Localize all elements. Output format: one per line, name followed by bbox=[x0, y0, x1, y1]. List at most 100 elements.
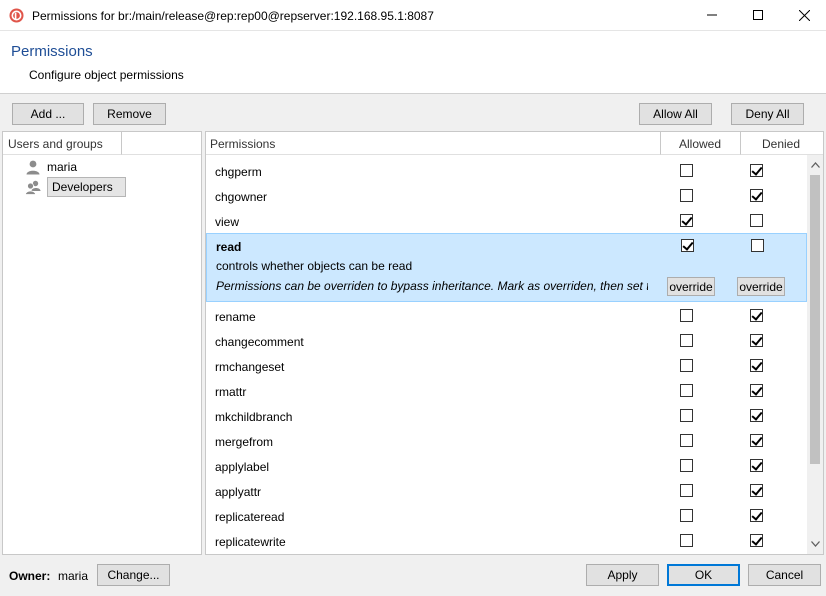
allow-all-button[interactable]: Allow All bbox=[639, 103, 712, 125]
allowed-checkbox[interactable] bbox=[680, 484, 693, 497]
maximize-icon bbox=[753, 10, 763, 20]
group-item-developers[interactable]: Developers bbox=[25, 177, 126, 197]
denied-column-label: Denied bbox=[762, 137, 801, 151]
denied-checkbox[interactable] bbox=[750, 359, 763, 372]
group-icon bbox=[25, 180, 41, 195]
permission-row-replicateread[interactable]: replicateread bbox=[206, 503, 807, 528]
permission-row-rmchangeset[interactable]: rmchangeset bbox=[206, 353, 807, 378]
change-owner-button[interactable]: Change... bbox=[97, 564, 170, 586]
permission-name: chgowner bbox=[215, 190, 268, 204]
allowed-checkbox[interactable] bbox=[680, 509, 693, 522]
user-item-maria[interactable]: maria bbox=[25, 157, 77, 177]
title-bar: Permissions for br:/main/release@rep:rep… bbox=[0, 0, 826, 31]
window-title: Permissions for br:/main/release@rep:rep… bbox=[32, 9, 434, 23]
close-icon bbox=[798, 9, 810, 21]
permission-row-mkchildbranch[interactable]: mkchildbranch bbox=[206, 403, 807, 428]
permission-row-applyattr[interactable]: applyattr bbox=[206, 478, 807, 503]
user-icon bbox=[26, 160, 40, 175]
permission-name: rename bbox=[215, 310, 256, 324]
allowed-checkbox[interactable] bbox=[680, 334, 693, 347]
permission-name: view bbox=[215, 215, 240, 229]
scrollbar-thumb[interactable] bbox=[810, 175, 820, 464]
override-allowed-button[interactable]: override bbox=[667, 277, 715, 296]
permission-row-applylabel[interactable]: applylabel bbox=[206, 453, 807, 478]
override-note: Permissions can be overriden to bypass i… bbox=[216, 279, 648, 293]
allowed-checkbox[interactable] bbox=[680, 359, 693, 372]
denied-checkbox[interactable] bbox=[751, 239, 764, 252]
permissions-column-header[interactable]: Permissions bbox=[206, 132, 661, 155]
group-item-label: Developers bbox=[47, 177, 126, 197]
denied-checkbox[interactable] bbox=[750, 459, 763, 472]
permission-name: replicatewrite bbox=[215, 535, 286, 549]
permission-description: controls whether objects can be read bbox=[216, 259, 413, 273]
user-item-label: maria bbox=[47, 160, 78, 174]
apply-button[interactable]: Apply bbox=[586, 564, 659, 586]
scroll-up-button[interactable] bbox=[807, 157, 823, 173]
maximize-button[interactable] bbox=[735, 0, 781, 30]
permission-row-mergefrom[interactable]: mergefrom bbox=[206, 428, 807, 453]
denied-checkbox[interactable] bbox=[750, 509, 763, 522]
allowed-column-header[interactable]: Allowed bbox=[661, 132, 741, 155]
permission-row-rmattr[interactable]: rmattr bbox=[206, 378, 807, 403]
permission-name: mergefrom bbox=[215, 435, 274, 449]
vertical-scrollbar[interactable] bbox=[807, 155, 823, 554]
chevron-down-icon bbox=[810, 541, 820, 547]
owner-value: maria bbox=[58, 569, 89, 583]
permission-name: rmchangeset bbox=[215, 360, 285, 374]
scroll-down-button[interactable] bbox=[807, 536, 823, 552]
denied-checkbox[interactable] bbox=[750, 484, 763, 497]
allowed-checkbox[interactable] bbox=[680, 434, 693, 447]
users-groups-header-label: Users and groups bbox=[8, 137, 103, 151]
allowed-checkbox[interactable] bbox=[680, 409, 693, 422]
permission-row-read-selected[interactable]: read controls whether objects can be rea… bbox=[206, 233, 807, 302]
allowed-checkbox[interactable] bbox=[680, 309, 693, 322]
denied-checkbox[interactable] bbox=[750, 384, 763, 397]
permission-row-rename[interactable]: rename bbox=[206, 303, 807, 328]
permission-row-replicatewrite[interactable]: replicatewrite bbox=[206, 528, 807, 553]
denied-checkbox[interactable] bbox=[750, 409, 763, 422]
permission-row-view[interactable]: view bbox=[206, 208, 807, 233]
denied-checkbox[interactable] bbox=[750, 434, 763, 447]
permission-name: read bbox=[216, 240, 242, 254]
permission-name: changecomment bbox=[215, 335, 304, 349]
allowed-checkbox[interactable] bbox=[680, 164, 693, 177]
override-denied-button[interactable]: override bbox=[737, 277, 785, 296]
denied-checkbox[interactable] bbox=[750, 164, 763, 177]
minimize-icon bbox=[707, 14, 717, 16]
deny-all-button[interactable]: Deny All bbox=[731, 103, 804, 125]
permission-name: rmattr bbox=[215, 385, 247, 399]
permission-row-changecomment[interactable]: changecomment bbox=[206, 328, 807, 353]
users-groups-panel: Users and groups maria Developers bbox=[2, 131, 202, 555]
permissions-panel: Permissions Allowed Denied chgperm chgow… bbox=[205, 131, 824, 555]
allowed-checkbox[interactable] bbox=[680, 189, 693, 202]
page-title: Permissions bbox=[11, 43, 93, 60]
allowed-checkbox[interactable] bbox=[680, 534, 693, 547]
page-subtitle: Configure object permissions bbox=[29, 68, 184, 82]
ok-button[interactable]: OK bbox=[667, 564, 740, 586]
denied-checkbox[interactable] bbox=[750, 214, 763, 227]
permissions-column-label: Permissions bbox=[210, 137, 276, 151]
allowed-checkbox[interactable] bbox=[680, 214, 693, 227]
chevron-up-icon bbox=[810, 162, 820, 168]
denied-checkbox[interactable] bbox=[750, 189, 763, 202]
cancel-button[interactable]: Cancel bbox=[748, 564, 821, 586]
allowed-checkbox[interactable] bbox=[680, 384, 693, 397]
permission-row-chgowner[interactable]: chgowner bbox=[206, 183, 807, 208]
permission-name: applyattr bbox=[215, 485, 262, 499]
denied-checkbox[interactable] bbox=[750, 334, 763, 347]
dialog-header: Permissions Configure object permissions bbox=[0, 31, 826, 94]
permission-name: replicateread bbox=[215, 510, 285, 524]
add-button[interactable]: Add ... bbox=[12, 103, 84, 125]
denied-checkbox[interactable] bbox=[750, 309, 763, 322]
close-button[interactable] bbox=[781, 0, 826, 30]
permission-name: mkchildbranch bbox=[215, 410, 293, 424]
users-groups-header[interactable]: Users and groups bbox=[3, 132, 122, 155]
remove-button[interactable]: Remove bbox=[93, 103, 166, 125]
denied-column-header[interactable]: Denied bbox=[741, 132, 823, 155]
minimize-button[interactable] bbox=[689, 0, 735, 30]
header-filler bbox=[122, 132, 201, 155]
allowed-checkbox[interactable] bbox=[681, 239, 694, 252]
allowed-checkbox[interactable] bbox=[680, 459, 693, 472]
denied-checkbox[interactable] bbox=[750, 534, 763, 547]
permission-row-chgperm[interactable]: chgperm bbox=[206, 158, 807, 183]
